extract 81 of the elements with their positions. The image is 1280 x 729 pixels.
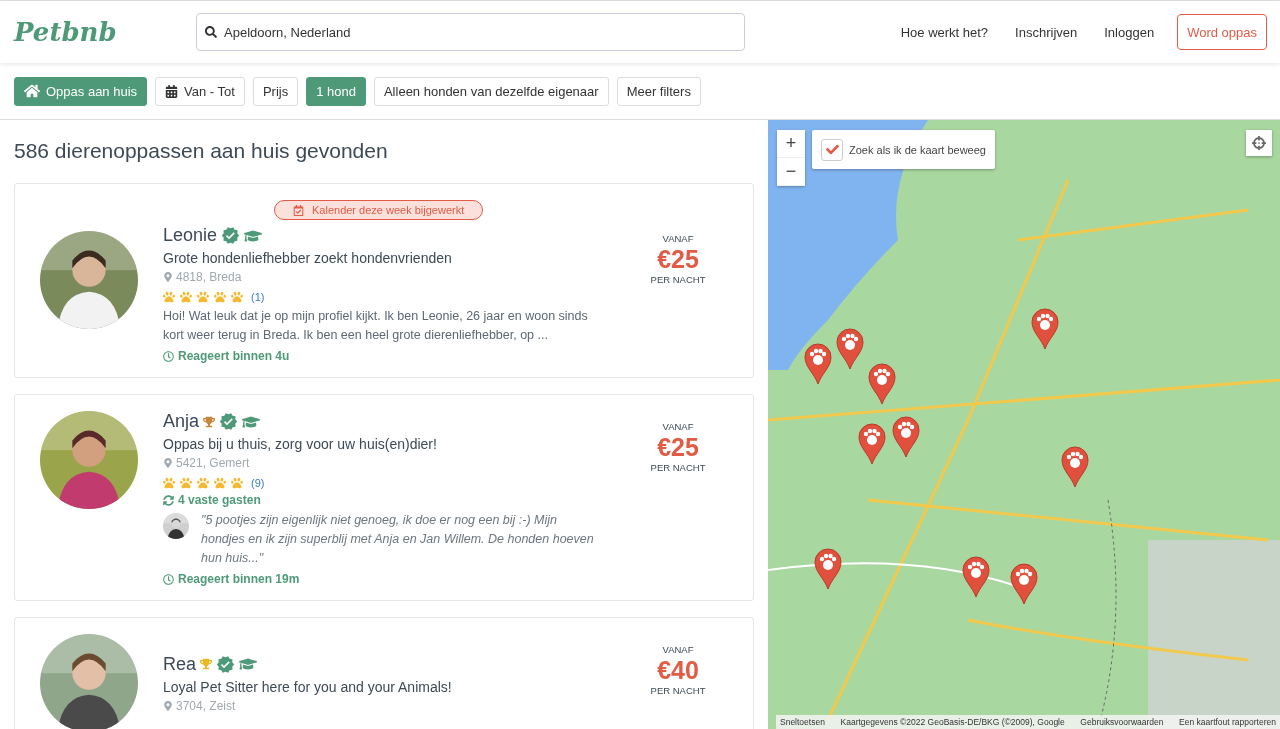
verified-icon xyxy=(216,654,236,674)
price-prefix: VANAF xyxy=(662,421,694,432)
filter-button[interactable]: Alleen honden van dezelfde eigenaar xyxy=(373,76,609,106)
map-pin-icon[interactable] xyxy=(868,363,896,405)
location-pin-icon xyxy=(163,272,173,282)
locate-button[interactable] xyxy=(1246,130,1272,156)
paw-star-icon xyxy=(231,291,243,303)
filter-button[interactable]: Prijs xyxy=(252,76,299,106)
map-pin-icon[interactable] xyxy=(836,328,864,370)
notice-text: Kalender deze week bijgewerkt xyxy=(312,204,465,216)
sitter-name[interactable]: Leonie xyxy=(163,225,218,246)
sitter-name[interactable]: Anja xyxy=(163,411,200,432)
paw-star-icon xyxy=(197,477,209,489)
sitter-location: 3704, Zeist xyxy=(176,698,236,713)
results-title: 586 dierenoppassen aan huis gevonden xyxy=(14,139,389,163)
map-footer-link[interactable]: Een kaartfout rapporteren xyxy=(1179,717,1276,727)
zoom-out-button[interactable]: − xyxy=(777,158,805,186)
paw-star-icon xyxy=(180,477,192,489)
paw-star-icon xyxy=(163,291,175,303)
price-unit: PER NACHT xyxy=(650,462,706,473)
regular-guests: 4 vaste gasten xyxy=(178,493,261,507)
location-pin-icon xyxy=(163,700,173,711)
review-quote: "5 pootjes zijn eigenlijk niet genoeg, ik doe er nog een bij :-) Mijn hondjes en ik zijn superblij met Anja en Jan Willem. De honden hoeven hun huis..." xyxy=(201,512,595,567)
price-prefix: VANAF xyxy=(662,644,694,655)
sitter-card[interactable]: Rea Loyal Pet Sitter here for you and your Animals! 3704, Zeist VANAF €40 PER NACHT xyxy=(14,617,754,729)
nav-link[interactable]: Inloggen xyxy=(1104,24,1155,40)
paw-star-icon xyxy=(231,477,243,489)
price: €25 xyxy=(657,244,699,274)
check-icon xyxy=(825,143,839,156)
checkbox[interactable] xyxy=(821,138,843,161)
sitter-headline: Oppas bij u thuis, zorg voor uw huis(en)dier! xyxy=(163,436,438,452)
word-oppas-button[interactable]: Word oppas xyxy=(1177,14,1267,50)
price: €25 xyxy=(657,432,699,462)
paw-star-icon xyxy=(180,291,192,303)
sitter-headline: Grote hondenliefhebber zoekt hondenvrienden xyxy=(163,250,453,266)
search-field[interactable]: Apeldoorn, Nederland xyxy=(196,13,745,51)
verified-icon xyxy=(219,412,239,431)
filter-button[interactable]: Van - Tot xyxy=(155,76,245,106)
price-unit: PER NACHT xyxy=(650,685,706,696)
sitter-card[interactable] xyxy=(14,183,754,378)
review-count[interactable]: (9) xyxy=(251,477,265,489)
zoom-in-button[interactable]: + xyxy=(777,130,805,158)
home-icon xyxy=(24,83,40,99)
map-pin-icon[interactable] xyxy=(804,343,832,385)
map-pin-icon[interactable] xyxy=(1061,446,1089,488)
map-pin-icon[interactable] xyxy=(814,548,842,590)
price-prefix: VANAF xyxy=(662,233,694,244)
sitter-location: 5421, Gemert xyxy=(176,456,250,470)
price: €40 xyxy=(657,655,699,685)
sitter-card[interactable] xyxy=(14,394,754,601)
paw-star-icon xyxy=(214,291,226,303)
verified-icon xyxy=(221,226,241,245)
filter-button[interactable]: Meer filters xyxy=(616,76,701,106)
location-pin-icon xyxy=(163,458,173,468)
response-time: Reageert binnen 4u xyxy=(178,349,290,363)
map-footer-link[interactable]: Gebruiksvoorwaarden xyxy=(1080,717,1164,727)
sitter-name[interactable]: Rea xyxy=(163,653,197,675)
map-pin-icon[interactable] xyxy=(858,423,886,465)
clock-icon xyxy=(163,350,174,362)
nav-link[interactable]: Hoe werkt het? xyxy=(900,24,989,40)
review-count[interactable]: (1) xyxy=(251,291,265,303)
sitter-headline: Loyal Pet Sitter here for you and your Animals! xyxy=(163,678,453,695)
calendar-icon xyxy=(165,84,179,98)
paw-star-icon xyxy=(197,291,209,303)
paw-star-icon xyxy=(214,477,226,489)
locate-icon xyxy=(1252,136,1266,150)
map-pin-icon[interactable] xyxy=(892,416,920,458)
search-icon xyxy=(205,26,217,38)
calendar-check-icon xyxy=(293,204,304,216)
price-unit: PER NACHT xyxy=(650,274,706,285)
map-footer-link[interactable]: Sneltoetsen xyxy=(780,717,825,727)
sitter-description: Hoi! Wat leuk dat je op mijn profiel kijkt. Ik ben Leonie, 26 jaar en woon sinds kort weer terug in Breda. Ik ben een heel grote dierenliefhebber, op ... xyxy=(163,308,589,344)
paw-star-icon xyxy=(163,477,175,489)
response-time: Reageert binnen 19m xyxy=(178,572,300,586)
map-pin-icon[interactable] xyxy=(1010,563,1038,605)
nav-link[interactable]: Inschrijven xyxy=(1015,24,1078,40)
map-pin-icon[interactable] xyxy=(1031,308,1059,350)
repeat-icon xyxy=(163,494,174,506)
clock-icon xyxy=(163,573,174,585)
map-pin-icon[interactable] xyxy=(962,556,990,598)
sitter-location: 4818, Breda xyxy=(176,270,242,284)
